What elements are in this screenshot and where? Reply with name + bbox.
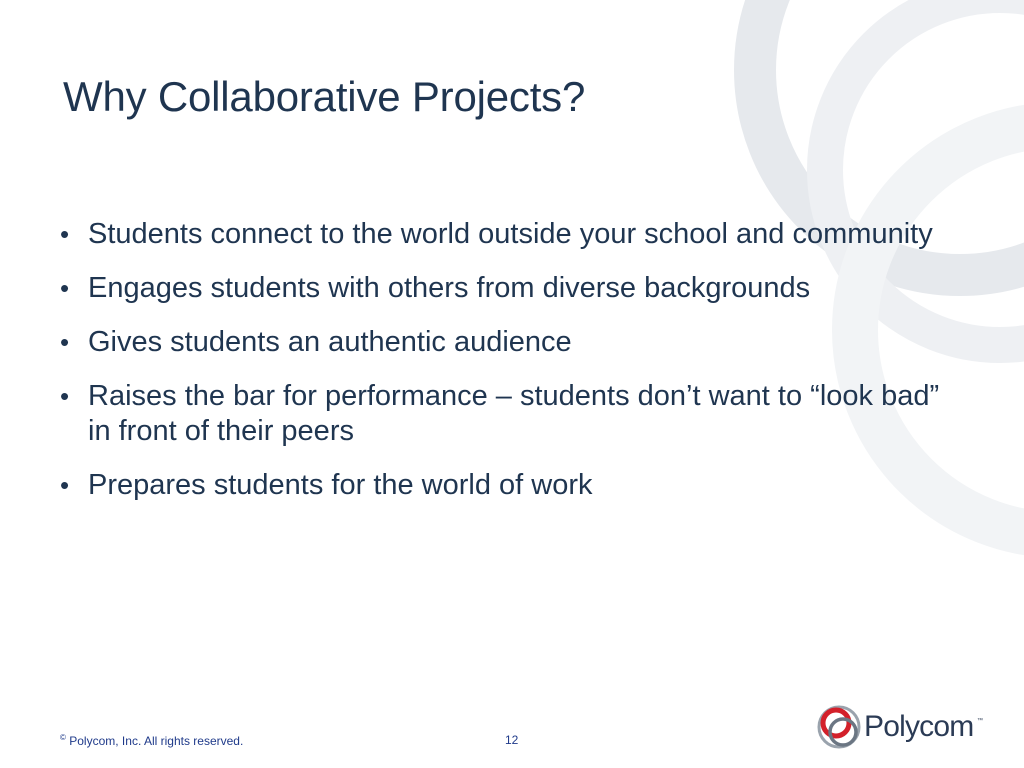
list-item: • Raises the bar for performance – stude…: [60, 379, 960, 449]
page-number: 12: [505, 733, 519, 747]
bullet-icon: •: [60, 219, 70, 249]
slide: Why Collaborative Projects? • Students c…: [0, 0, 1024, 768]
trademark-symbol: ™: [977, 718, 983, 724]
logo-wordmark: Polycom: [864, 710, 974, 743]
list-item: • Prepares students for the world of wor…: [60, 468, 960, 503]
copyright-symbol: ©: [60, 733, 66, 742]
bullet-icon: •: [60, 381, 70, 411]
polycom-logo: Polycom ™: [816, 704, 986, 750]
list-item-text: Raises the bar for performance – student…: [88, 380, 940, 447]
list-item-text: Gives students an authentic audience: [88, 326, 572, 358]
bullet-icon: •: [60, 470, 70, 500]
copyright-text: Polycom, Inc. All rights reserved.: [69, 734, 244, 748]
slide-title: Why Collaborative Projects?: [63, 73, 586, 120]
list-item: • Students connect to the world outside …: [60, 217, 960, 252]
bullet-icon: •: [60, 327, 70, 357]
copyright-notice: © Polycom, Inc. All rights reserved.: [60, 733, 243, 748]
list-item: • Gives students an authentic audience: [60, 325, 960, 360]
list-item-text: Engages students with others from divers…: [88, 272, 811, 304]
list-item: • Engages students with others from dive…: [60, 271, 960, 306]
bullet-list: • Students connect to the world outside …: [60, 217, 960, 522]
polycom-logo-icon: [817, 705, 861, 749]
list-item-text: Students connect to the world outside yo…: [88, 218, 933, 250]
bullet-icon: •: [60, 273, 70, 303]
list-item-text: Prepares students for the world of work: [88, 469, 593, 501]
